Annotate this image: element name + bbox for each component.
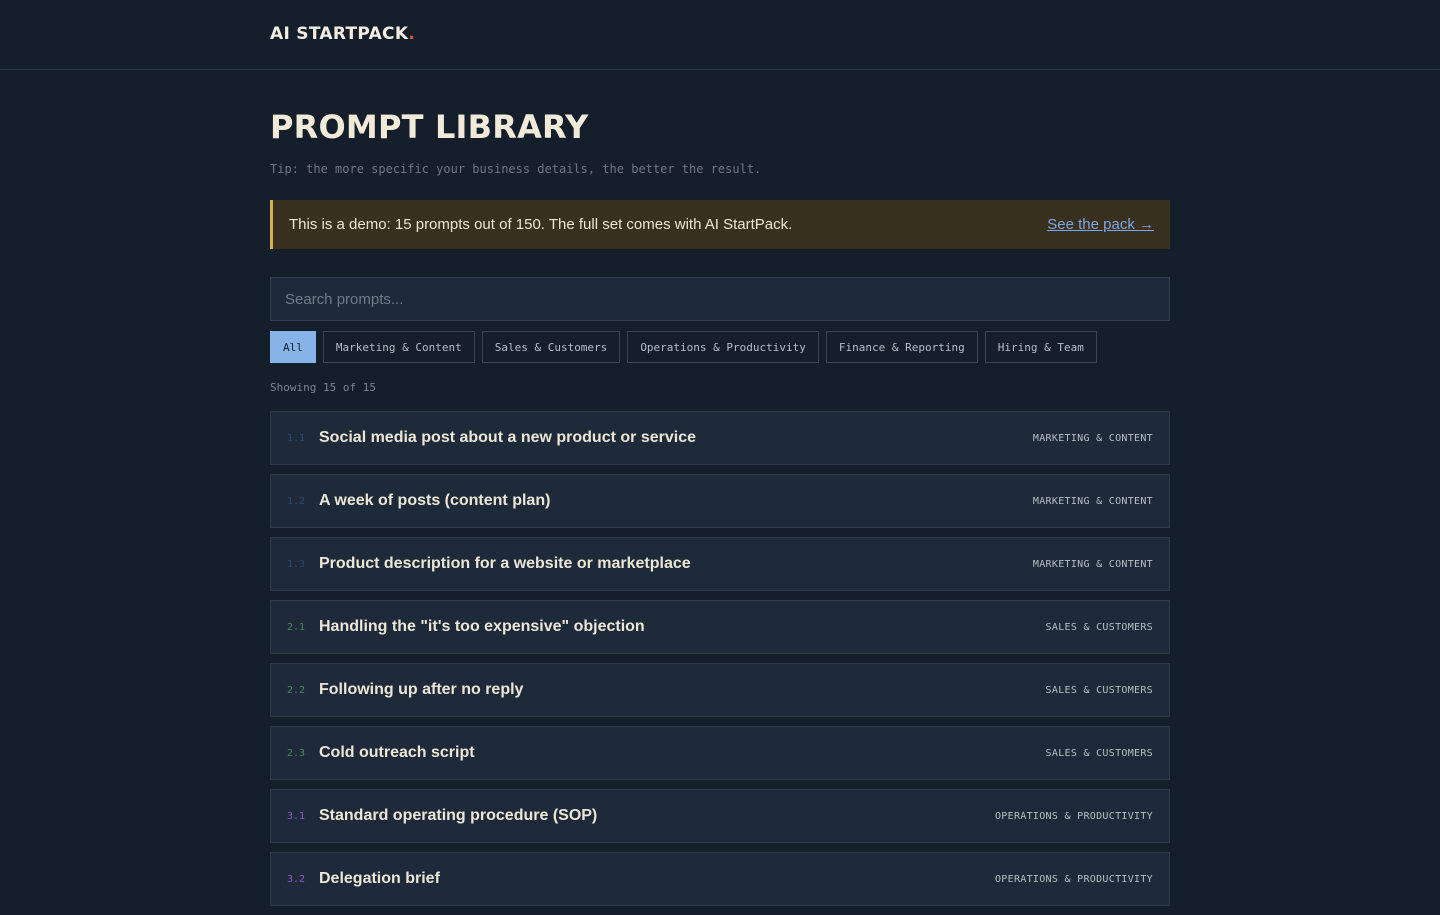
prompt-category: SALES & CUSTOMERS — [1045, 621, 1153, 633]
brand-name: AI STARTPACK — [270, 24, 409, 44]
page-title: PROMPT LIBRARY — [270, 108, 589, 146]
prompt-category: MARKETING & CONTENT — [1032, 558, 1153, 570]
filter-marketing-content[interactable]: Marketing & Content — [322, 331, 475, 363]
prompt-row[interactable]: 2.3 Cold outreach script SALES & CUSTOME… — [270, 726, 1170, 780]
prompt-title: Cold outreach script — [319, 744, 475, 761]
prompt-title: Delegation brief — [319, 870, 440, 887]
prompt-category: SALES & CUSTOMERS — [1045, 747, 1153, 759]
prompt-category: OPERATIONS & PRODUCTIVITY — [994, 873, 1153, 885]
prompt-title: Product description for a website or mar… — [319, 555, 691, 572]
prompt-number: 1.1 — [287, 432, 306, 444]
prompt-row[interactable]: 3.2 Delegation brief OPERATIONS & PRODUC… — [270, 852, 1170, 906]
prompt-category: SALES & CUSTOMERS — [1045, 684, 1153, 696]
result-count: Showing 15 of 15 — [270, 381, 376, 394]
filter-sales-customers[interactable]: Sales & Customers — [481, 331, 621, 363]
prompt-number: 3.2 — [287, 873, 306, 885]
main-content: PROMPT LIBRARY Tip: the more specific yo… — [270, 70, 1170, 915]
prompt-title: Social media post about a new product or… — [319, 429, 696, 446]
see-pack-link[interactable]: See the pack → — [1047, 216, 1154, 233]
prompt-list: 1.1 Social media post about a new produc… — [270, 411, 1170, 906]
prompt-title: Standard operating procedure (SOP) — [319, 807, 598, 824]
prompt-row[interactable]: 1.1 Social media post about a new produc… — [270, 411, 1170, 465]
top-bar: AI STARTPACK. — [0, 0, 1440, 70]
prompt-title: A week of posts (content plan) — [319, 492, 551, 509]
tip-text: Tip: the more specific your business det… — [270, 162, 762, 176]
prompt-row[interactable]: 3.1 Standard operating procedure (SOP) O… — [270, 789, 1170, 843]
filter-operations-productivity[interactable]: Operations & Productivity — [627, 331, 819, 363]
filter-all[interactable]: All — [270, 331, 316, 363]
prompt-category: OPERATIONS & PRODUCTIVITY — [994, 810, 1153, 822]
filter-hiring-team[interactable]: Hiring & Team — [984, 331, 1097, 363]
prompt-number: 1.3 — [287, 558, 306, 570]
prompt-row[interactable]: 2.1 Handling the "it's too expensive" ob… — [270, 600, 1170, 654]
prompt-number: 1.2 — [287, 495, 306, 507]
prompt-number: 2.2 — [287, 684, 306, 696]
prompt-number: 2.3 — [287, 747, 306, 759]
prompt-category: MARKETING & CONTENT — [1032, 495, 1153, 507]
prompt-category: MARKETING & CONTENT — [1032, 432, 1153, 444]
demo-banner-text: This is a demo: 15 prompts out of 150. T… — [289, 216, 793, 233]
prompt-row[interactable]: 1.3 Product description for a website or… — [270, 537, 1170, 591]
brand-dot: . — [408, 24, 416, 44]
search-input[interactable] — [270, 277, 1170, 321]
prompt-number: 2.1 — [287, 621, 306, 633]
prompt-row[interactable]: 2.2 Following up after no reply SALES & … — [270, 663, 1170, 717]
filter-finance-reporting[interactable]: Finance & Reporting — [825, 331, 978, 363]
prompt-row[interactable]: 1.2 A week of posts (content plan) MARKE… — [270, 474, 1170, 528]
demo-banner: This is a demo: 15 prompts out of 150. T… — [270, 200, 1170, 249]
prompt-title: Handling the "it's too expensive" object… — [319, 618, 645, 635]
prompt-title: Following up after no reply — [319, 681, 524, 698]
brand-logo[interactable]: AI STARTPACK. — [270, 24, 415, 44]
category-filters: All Marketing & Content Sales & Customer… — [270, 331, 1170, 363]
prompt-number: 3.1 — [287, 810, 306, 822]
